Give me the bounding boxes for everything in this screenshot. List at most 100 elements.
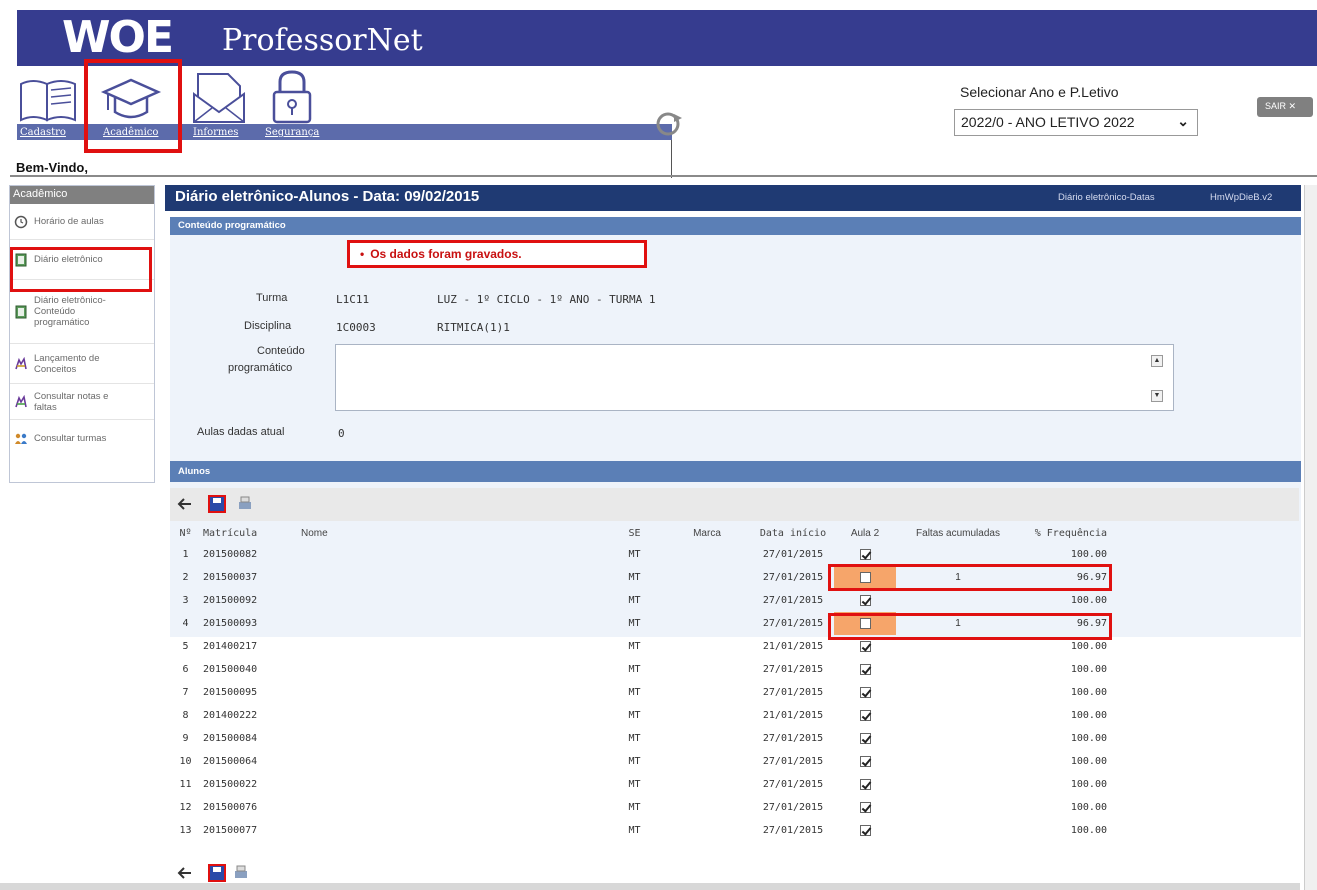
pencil-icon — [15, 394, 27, 407]
col-marca: Marca — [693, 527, 721, 539]
informes-envelope-icon[interactable] — [188, 70, 250, 124]
cell-aula-2 — [834, 566, 896, 589]
welcome-text: Bem-Vindo, — [16, 160, 88, 175]
disciplina-desc: RITMICA(1)1 — [437, 321, 510, 334]
cell-nome — [299, 589, 607, 612]
horizontal-scrollbar[interactable] — [0, 883, 1300, 890]
cell-faltas — [896, 773, 1020, 796]
print-icon[interactable] — [236, 495, 254, 513]
sidebar-item-conceitos[interactable]: Lançamento de Conceitos — [10, 344, 154, 384]
cell-numero: 9 — [182, 733, 189, 744]
back-arrow-icon[interactable] — [176, 864, 194, 882]
cell-faltas — [896, 819, 1020, 842]
cell-se: MT — [628, 756, 641, 767]
cell-frequencia: 100.00 — [1070, 687, 1107, 698]
aula-2-checkbox[interactable] — [859, 801, 871, 813]
cell-matricula: 201500084 — [203, 733, 258, 744]
cell-matricula: 201500040 — [203, 664, 258, 675]
cell-numero: 3 — [182, 595, 189, 606]
cell-se: MT — [628, 641, 641, 652]
aula-2-checkbox[interactable] — [859, 778, 871, 790]
conteudo-label: Conteúdo — [257, 345, 305, 357]
aula-2-checkbox[interactable] — [859, 548, 871, 560]
sidebar-item-turmas[interactable]: Consultar turmas — [10, 420, 154, 456]
refresh-icon[interactable] — [648, 104, 688, 144]
save-icon[interactable] — [208, 495, 226, 513]
cell-matricula: 201400217 — [203, 641, 258, 652]
cell-data-inicio: 27/01/2015 — [762, 756, 824, 767]
cell-matricula: 201500076 — [203, 802, 258, 813]
cell-aula-2 — [834, 543, 896, 566]
cell-faltas — [896, 635, 1020, 658]
conteudo-textarea[interactable]: ▲ ▼ — [335, 344, 1174, 411]
disciplina-label: Disciplina — [244, 320, 292, 332]
cell-frequencia: 100.00 — [1070, 756, 1107, 767]
cell-aula-2 — [834, 773, 896, 796]
aula-2-checkbox[interactable] — [859, 755, 871, 767]
cell-nome — [299, 566, 607, 589]
vertical-scrollbar[interactable] — [1304, 185, 1317, 890]
aula-2-checkbox[interactable] — [859, 640, 871, 652]
sidebar-item-notas[interactable]: Consultar notas e faltas — [10, 384, 154, 420]
menu-cadastro[interactable]: Cadastro — [20, 127, 66, 138]
seguranca-lock-icon[interactable] — [262, 70, 324, 124]
scroll-down-icon[interactable]: ▼ — [1151, 390, 1163, 402]
cell-aula-2 — [834, 612, 896, 635]
app-name: ProfessorNet — [222, 23, 423, 58]
ano-periodo-select[interactable]: 2022/0 - ANO LETIVO 2022 ⌄ — [954, 109, 1198, 136]
aula-2-checkbox[interactable] — [859, 594, 871, 606]
cell-aula-2 — [834, 589, 896, 612]
cell-marca — [662, 635, 752, 658]
cell-aula-2 — [834, 658, 896, 681]
diario-datas-link[interactable]: Diário eletrônico-Datas — [1058, 192, 1155, 203]
aula-2-checkbox[interactable] — [859, 824, 871, 836]
ano-periodo-label: Selecionar Ano e P.Letivo — [960, 84, 1119, 100]
sidebar-item-label: Horário de aulas — [34, 216, 104, 227]
save-icon[interactable] — [208, 864, 226, 882]
aula-2-checkbox[interactable] — [859, 617, 871, 629]
cell-frequencia: 100.00 — [1070, 779, 1107, 790]
cell-marca — [662, 773, 752, 796]
aula-2-checkbox[interactable] — [859, 732, 871, 744]
menu-informes[interactable]: Informes — [193, 127, 238, 138]
col-aula-2: Aula 2 — [850, 527, 880, 539]
cell-numero: 1 — [182, 549, 189, 560]
cell-frequencia: 100.00 — [1070, 641, 1107, 652]
cell-marca — [662, 612, 752, 635]
diario-highlight-frame — [10, 247, 152, 292]
sair-button[interactable]: SAIR ✕ — [1257, 97, 1313, 117]
cell-marca — [662, 796, 752, 819]
cell-aula-2 — [834, 819, 896, 842]
cell-nome — [299, 543, 607, 566]
cell-nome — [299, 819, 607, 842]
cell-matricula: 201500082 — [203, 549, 258, 560]
aula-2-checkbox[interactable] — [859, 571, 871, 583]
aula-2-checkbox[interactable] — [859, 709, 871, 721]
table-row: 7 201500095 MT 27/01/2015 100.00 — [170, 681, 1115, 704]
cell-aula-2 — [834, 727, 896, 750]
cell-faltas — [896, 727, 1020, 750]
cell-numero: 7 — [182, 687, 189, 698]
back-arrow-icon[interactable] — [176, 495, 194, 513]
main-title-bar: Diário eletrônico-Alunos - Data: 09/02/2… — [165, 185, 1301, 211]
cell-se: MT — [628, 779, 641, 790]
col-faltas: Faltas acumuladas — [916, 527, 1000, 539]
cell-frequencia: 96.97 — [1076, 618, 1107, 629]
col-data-inicio: Data início — [759, 527, 827, 539]
app-header: WOE ProfessorNet Cadastro Acadêmico Info… — [0, 0, 1317, 180]
menu-seguranca[interactable]: Segurança — [265, 127, 319, 138]
cell-faltas — [896, 543, 1020, 566]
cadastro-book-icon[interactable] — [17, 70, 79, 124]
disciplina-code: 1C0003 — [336, 321, 376, 334]
print-icon[interactable] — [232, 864, 250, 882]
aula-2-checkbox[interactable] — [859, 686, 871, 698]
cell-nome — [299, 612, 607, 635]
cell-data-inicio: 27/01/2015 — [762, 595, 824, 606]
sidebar-item-horario[interactable]: Horário de aulas — [10, 204, 154, 240]
aulas-value: 0 — [338, 427, 345, 440]
col-numero: Nº — [179, 527, 192, 539]
table-row: 12 201500076 MT 27/01/2015 100.00 — [170, 796, 1115, 819]
aula-2-checkbox[interactable] — [859, 663, 871, 675]
cell-marca — [662, 704, 752, 727]
scroll-up-icon[interactable]: ▲ — [1151, 355, 1163, 367]
